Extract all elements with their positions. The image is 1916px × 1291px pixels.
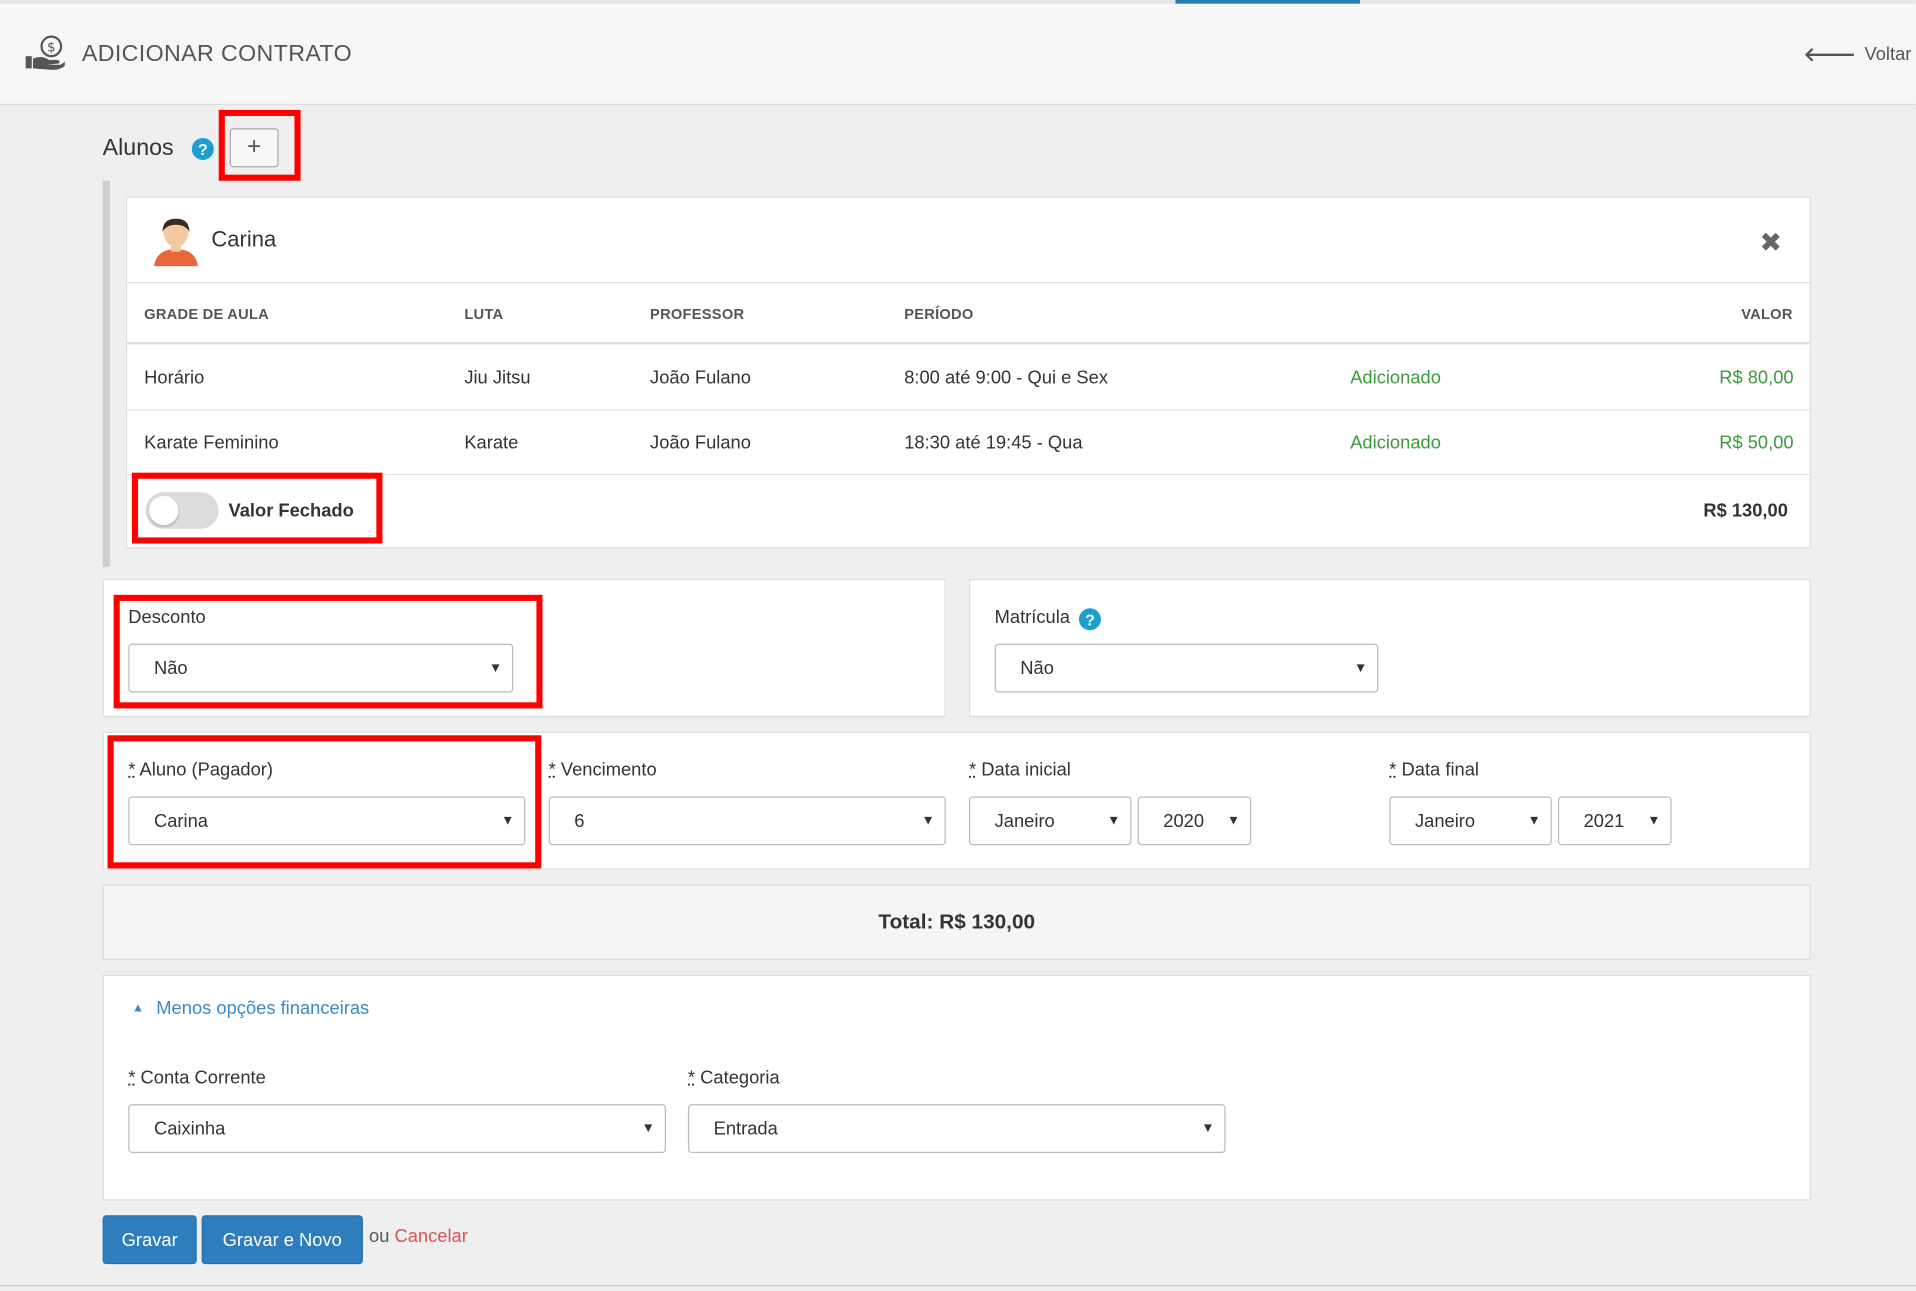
col-header-grade: GRADE DE AULA bbox=[144, 305, 270, 323]
data-final-year: 2021 bbox=[1583, 810, 1625, 832]
student-name: Carina bbox=[211, 227, 277, 252]
caret-up-icon: ▲ bbox=[131, 1001, 145, 1015]
highlight-box bbox=[131, 472, 383, 544]
conta-corrente-select[interactable]: Caixinha ▼ bbox=[128, 1104, 666, 1154]
caret-down-icon: ▼ bbox=[1353, 660, 1368, 676]
close-icon[interactable]: ✖ bbox=[1760, 227, 1783, 259]
data-final-month: Janeiro bbox=[1414, 810, 1476, 832]
page-title: ADICIONAR CONTRATO bbox=[81, 41, 353, 68]
row-1-luta: Jiu Jitsu bbox=[464, 367, 531, 389]
caret-down-icon: ▼ bbox=[1107, 813, 1121, 829]
student-card-accent bbox=[102, 180, 110, 567]
row-divider bbox=[127, 409, 1810, 411]
student-total: R$ 130,00 bbox=[1703, 500, 1788, 522]
row-2-status: Adicionado bbox=[1350, 432, 1441, 454]
categoria-value: Entrada bbox=[713, 1118, 778, 1139]
caret-down-icon: ▼ bbox=[1226, 813, 1241, 829]
vencimento-label: * Vencimento bbox=[548, 759, 657, 781]
highlight-box bbox=[218, 109, 301, 181]
categoria-select[interactable]: Entrada ▼ bbox=[687, 1104, 1226, 1154]
row-1-grade: Horário bbox=[144, 367, 205, 389]
vencimento-select[interactable]: 6 ▼ bbox=[548, 796, 946, 846]
active-tab-indicator bbox=[1175, 0, 1360, 4]
caret-down-icon: ▼ bbox=[1527, 813, 1541, 829]
vencimento-value: 6 bbox=[574, 810, 585, 832]
col-header-luta: LUTA bbox=[464, 305, 504, 323]
help-icon[interactable]: ? bbox=[191, 138, 214, 161]
data-inicial-month-select[interactable]: Janeiro ▼ bbox=[968, 796, 1132, 846]
table-header-divider bbox=[127, 341, 1810, 345]
or-text: ou bbox=[369, 1226, 390, 1248]
caret-down-icon: ▼ bbox=[1201, 1121, 1215, 1136]
row-1-status: Adicionado bbox=[1350, 367, 1441, 389]
row-1-valor: R$ 80,00 bbox=[1719, 367, 1794, 389]
data-final-label: * Data final bbox=[1389, 759, 1479, 781]
back-label: Voltar bbox=[1864, 43, 1912, 65]
row-1-periodo: 8:00 até 9:00 - Qui e Sex bbox=[904, 367, 1108, 389]
caret-down-icon: ▼ bbox=[921, 813, 935, 829]
data-final-year-select[interactable]: 2021 ▼ bbox=[1557, 796, 1672, 846]
row-2-luta: Karate bbox=[464, 432, 519, 454]
cancel-group: ou Cancelar bbox=[369, 1226, 468, 1247]
matricula-select[interactable]: Não ▼ bbox=[994, 643, 1379, 693]
highlight-box bbox=[113, 594, 543, 709]
save-button[interactable]: Gravar bbox=[102, 1215, 197, 1265]
data-final-month-select[interactable]: Janeiro ▼ bbox=[1389, 796, 1552, 846]
col-header-valor: VALOR bbox=[1741, 305, 1793, 323]
categoria-label: * Categoria bbox=[687, 1067, 780, 1089]
col-header-periodo: PERÍODO bbox=[904, 305, 974, 323]
back-link[interactable]: 🡐 Voltar bbox=[1804, 42, 1912, 68]
data-inicial-month: Janeiro bbox=[994, 810, 1055, 832]
user-avatar-icon bbox=[152, 215, 201, 267]
row-1-professor: João Fulano bbox=[650, 367, 751, 389]
svg-text:$: $ bbox=[47, 40, 56, 55]
row-2-periodo: 18:30 até 19:45 - Qua bbox=[904, 432, 1083, 454]
cancel-link[interactable]: Cancelar bbox=[395, 1226, 468, 1247]
contract-total: Total: R$ 130,00 bbox=[102, 884, 1811, 961]
alunos-label: Alunos bbox=[102, 135, 174, 162]
matricula-value: Não bbox=[1020, 657, 1054, 679]
row-2-professor: João Fulano bbox=[650, 432, 751, 454]
arrow-left-icon: 🡐 bbox=[1803, 45, 1856, 66]
matricula-label: Matrícula bbox=[994, 607, 1071, 628]
data-inicial-year: 2020 bbox=[1163, 810, 1205, 832]
row-2-valor: R$ 50,00 bbox=[1719, 432, 1794, 454]
toggle-financial-label: Menos opções financeiras bbox=[156, 997, 370, 1019]
student-card-header: Carina ✖ bbox=[127, 198, 1810, 284]
data-inicial-label: * Data inicial bbox=[968, 759, 1071, 781]
toggle-financial-options[interactable]: ▲ Menos opções financeiras bbox=[132, 998, 369, 1019]
footer-divider bbox=[0, 1284, 1916, 1287]
data-inicial-year-select[interactable]: 2020 ▼ bbox=[1137, 796, 1252, 846]
conta-corrente-value: Caixinha bbox=[153, 1118, 226, 1139]
row-2-grade: Karate Feminino bbox=[144, 432, 279, 454]
caret-down-icon: ▼ bbox=[1647, 813, 1661, 829]
save-and-new-button[interactable]: Gravar e Novo bbox=[201, 1215, 363, 1265]
caret-down-icon: ▼ bbox=[641, 1121, 655, 1136]
contract-money-hand-icon: $ bbox=[24, 34, 66, 73]
col-header-professor: PROFESSOR bbox=[650, 305, 745, 323]
help-icon[interactable]: ? bbox=[1078, 608, 1101, 631]
highlight-box bbox=[107, 735, 542, 869]
conta-corrente-label: * Conta Corrente bbox=[128, 1067, 266, 1089]
